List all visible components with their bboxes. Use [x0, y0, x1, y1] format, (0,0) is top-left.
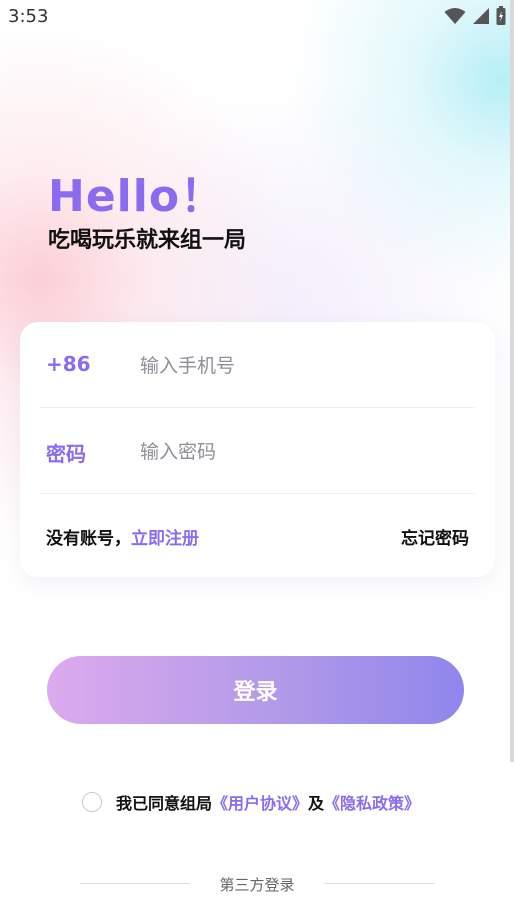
- wifi-icon: [444, 8, 466, 24]
- register-prompt: 没有账号，立即注册: [46, 524, 199, 549]
- password-input[interactable]: [138, 434, 462, 470]
- phone-input[interactable]: [138, 348, 462, 384]
- status-time: 3:53: [8, 6, 49, 27]
- scrollbar[interactable]: [510, 0, 514, 762]
- hello-title: Hello！: [48, 171, 226, 222]
- third-party-login: 第三方登录: [0, 874, 514, 894]
- no-account-text: 没有账号，: [46, 529, 131, 549]
- slogan: 吃喝玩乐就来组一局: [48, 228, 247, 253]
- user-agreement-link[interactable]: 《用户协议》: [212, 790, 308, 814]
- password-row: 密码: [40, 408, 475, 494]
- login-card: +86 密码 没有账号，立即注册 忘记密码: [20, 322, 495, 577]
- register-link[interactable]: 立即注册: [131, 529, 199, 549]
- privacy-policy-link[interactable]: 《隐私政策》: [324, 790, 420, 814]
- login-button[interactable]: 登录: [47, 656, 464, 724]
- agreement-and: 及: [308, 794, 325, 813]
- agreement-prefix: 我已同意组局: [116, 794, 213, 813]
- agreement-checkbox[interactable]: [82, 792, 102, 812]
- divider-right: [324, 883, 434, 884]
- country-code[interactable]: +86: [46, 352, 91, 376]
- forgot-password-link[interactable]: 忘记密码: [401, 524, 469, 549]
- phone-row: +86: [40, 322, 475, 408]
- status-bar: 3:53: [0, 0, 514, 36]
- battery-icon: [496, 6, 506, 25]
- cellular-signal-icon: [473, 8, 489, 24]
- status-icons: [444, 6, 506, 26]
- agreement-row: 我已同意组局 《用户协议》 及 《隐私政策》: [82, 790, 420, 814]
- third-party-label: 第三方登录: [219, 876, 295, 894]
- password-label: 密码: [46, 442, 86, 466]
